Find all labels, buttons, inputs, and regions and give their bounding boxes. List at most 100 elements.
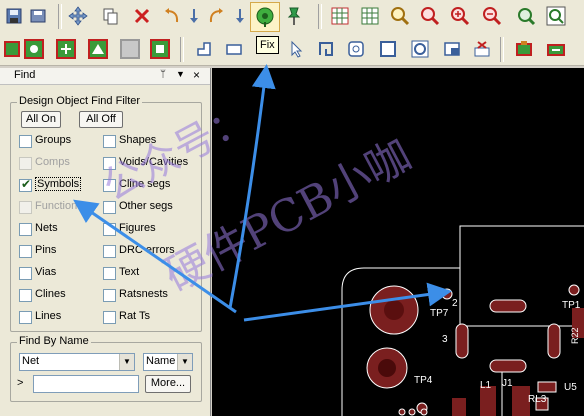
checkbox-clines[interactable] [19,289,32,302]
add-arc-icon[interactable] [344,37,368,61]
u5-label: U5 [564,382,577,393]
component-icon[interactable] [512,37,536,61]
checkbox-cline-segs[interactable] [103,179,116,192]
checkbox-lines[interactable] [19,311,32,324]
filter-label: Text [119,266,140,278]
zoom-in-icon[interactable] [448,4,472,28]
filter-label: Groups [35,134,72,146]
shape-merge-icon[interactable] [54,37,78,61]
find-by-name-group: Find By Name Net ▼ Name ▼ > More... [10,335,202,402]
checkbox-voids-cavities[interactable] [103,157,116,170]
checkbox-rat-ts[interactable] [103,311,116,324]
filter-label: Ratsnests [119,288,168,300]
tp7-pad [441,288,453,300]
checkbox-nets[interactable] [19,223,32,236]
pcb-drawing: TP7 2 3 TP4 TP1 L1 J1 RL3 U5 R22 [341,225,584,416]
name-prompt: > [17,377,24,389]
select-arrow-icon[interactable] [284,37,308,61]
add-rect-icon[interactable] [222,37,246,61]
shape-toolbar [0,33,584,66]
find-filter-label: Design Object Find Filter [17,95,143,107]
delete-shape-icon[interactable] [470,37,494,61]
filter-label: Cline segs [119,178,171,190]
filter-label: Rat Ts [119,310,150,322]
shape-select-icon[interactable] [86,37,110,61]
pin3-label: 3 [442,334,448,345]
zoom-window-icon[interactable] [418,4,442,28]
checkbox-functions[interactable] [19,201,32,214]
more-button[interactable]: More... [145,375,191,393]
checkbox-pins[interactable] [19,245,32,258]
floppy-save-icon[interactable] [2,4,26,28]
tp1-pad [568,284,580,296]
filter-label: Figures [119,222,156,234]
close-icon[interactable]: × [193,68,200,82]
large-pad-hole [384,300,404,320]
undo-icon[interactable] [160,4,184,28]
fix-icon[interactable] [250,2,280,32]
down-arrow-icon[interactable] [182,4,206,28]
filter-label: Shapes [119,134,157,146]
checkbox-other-segs[interactable] [103,201,116,214]
shape-fill-icon[interactable] [0,37,24,61]
move-icon[interactable] [66,4,90,28]
redo-icon[interactable] [204,4,228,28]
copy-icon[interactable] [98,4,122,28]
place-icon[interactable] [544,37,568,61]
save-as-icon[interactable] [26,4,50,28]
filter-label: Comps [35,156,70,168]
find-type-select[interactable]: Net ▼ [19,353,135,371]
zoom-world-icon[interactable] [544,4,568,28]
pcb-canvas[interactable]: TP7 2 3 TP4 TP1 L1 J1 RL3 U5 R22 [212,68,584,416]
checkbox-symbols[interactable]: ✔ [19,177,32,192]
shape-disabled-icon[interactable] [118,37,142,61]
tp7-label: TP7 [430,308,449,319]
fix-tooltip: Fix [256,36,279,54]
delete-icon[interactable] [130,4,154,28]
tp4-label: TP4 [414,375,433,386]
panel-dropdown-icon[interactable]: ▼ [176,69,185,79]
find-by-name-label: Find By Name [17,335,91,347]
checkbox-drc-errors[interactable] [103,245,116,258]
checkbox-vias[interactable] [19,267,32,280]
checkbox-groups[interactable] [19,135,32,148]
find-mode-select[interactable]: Name ▼ [143,353,193,371]
zoom-prev-icon[interactable] [514,4,538,28]
tp1-label: TP1 [562,300,581,311]
all-off-button[interactable]: All Off [79,111,123,128]
zoom-out-icon[interactable] [480,4,504,28]
find-panel: Find ᛘ ▼ × Design Object Find Filter All… [0,68,211,416]
add-circle-icon[interactable] [408,37,432,61]
shape-edit-icon[interactable] [148,37,172,61]
filter-label: Nets [35,222,58,234]
grid-icon[interactable] [328,4,352,28]
filter-label: Symbols [35,177,82,191]
grid2-icon[interactable] [358,4,382,28]
add-line-icon[interactable] [192,37,216,61]
chevron-down-icon[interactable]: ▼ [119,354,134,370]
checkbox-ratsnests[interactable] [103,289,116,302]
checkbox-text[interactable] [103,267,116,280]
all-on-button[interactable]: All On [21,111,61,128]
shape-void-icon[interactable] [22,37,46,61]
pin-panel-icon[interactable]: ᛘ [160,69,166,80]
filter-label: Other segs [119,200,173,212]
pin-icon[interactable] [282,4,306,28]
connector-outline [459,268,584,327]
j1-pad-left [455,323,469,359]
down-arrow2-icon[interactable] [228,4,252,28]
j1-pad-right [547,323,561,359]
add-square-icon[interactable] [376,37,400,61]
checkbox-shapes[interactable] [103,135,116,148]
filter-label: Functions [35,200,83,212]
add-path-icon[interactable] [314,37,338,61]
checkbox-comps[interactable] [19,157,32,170]
find-mode-value: Name [146,355,176,367]
find-type-value: Net [22,355,40,367]
add-frame-icon[interactable] [440,37,464,61]
name-input[interactable] [33,375,139,393]
checkbox-figures[interactable] [103,223,116,236]
chevron-down-icon[interactable]: ▼ [177,354,192,370]
zoom-fit-icon[interactable] [388,4,412,28]
rl3-label: RL3 [528,394,547,405]
